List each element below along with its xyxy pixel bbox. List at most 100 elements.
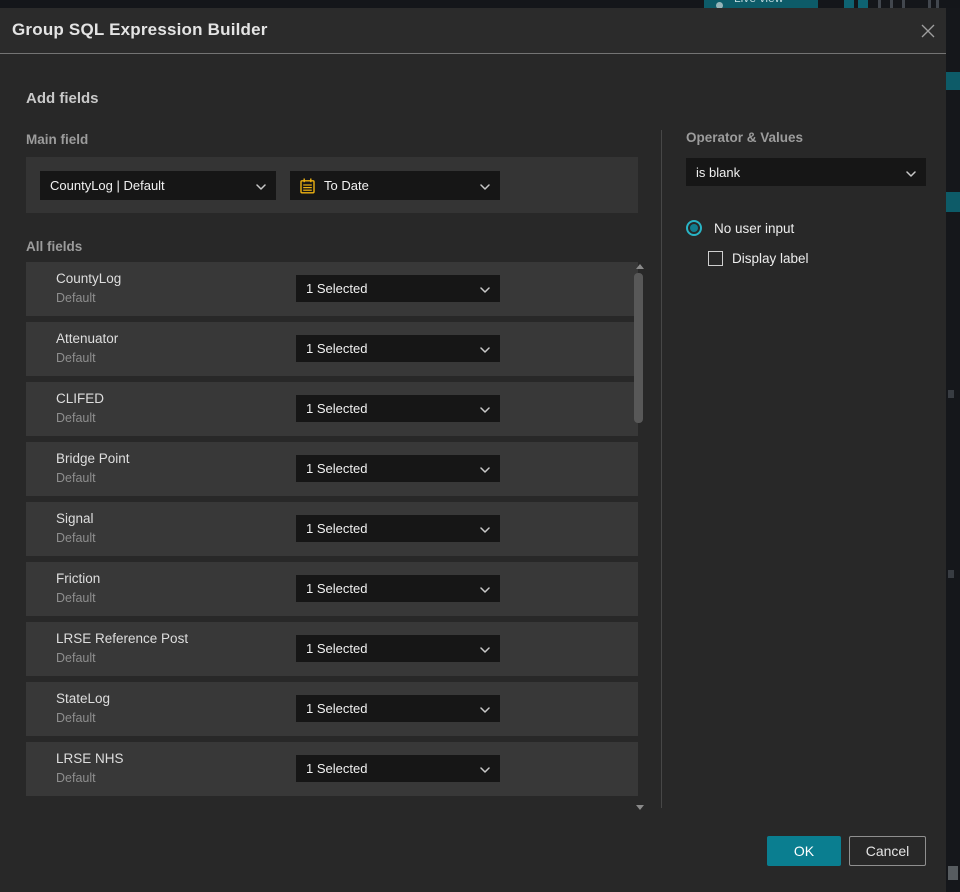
chevron-down-icon bbox=[480, 521, 490, 536]
toolbar-fragment bbox=[858, 0, 868, 8]
chevron-down-icon bbox=[480, 178, 490, 193]
chevron-down-icon bbox=[480, 641, 490, 656]
field-row: StateLog Default 1 Selected bbox=[26, 682, 638, 736]
chevron-down-icon bbox=[480, 341, 490, 356]
field-values-select-value: 1 Selected bbox=[306, 761, 368, 776]
field-row: Friction Default 1 Selected bbox=[26, 562, 638, 616]
operator-values-heading: Operator & Values bbox=[686, 130, 804, 145]
field-values-select-value: 1 Selected bbox=[306, 521, 368, 536]
field-subtitle: Default bbox=[56, 531, 96, 545]
close-icon[interactable] bbox=[916, 19, 940, 43]
field-name: CountyLog bbox=[56, 271, 122, 286]
live-view-label: Live view bbox=[734, 0, 783, 5]
field-subtitle: Default bbox=[56, 711, 96, 725]
field-values-select-value: 1 Selected bbox=[306, 581, 368, 596]
field-values-select[interactable]: 1 Selected bbox=[296, 395, 500, 422]
add-fields-heading: Add fields bbox=[26, 90, 99, 107]
field-row: CountyLog Default 1 Selected bbox=[26, 262, 638, 316]
chevron-down-icon bbox=[480, 701, 490, 716]
main-field-select[interactable]: CountyLog | Default bbox=[40, 171, 276, 200]
operator-select-value: is blank bbox=[696, 164, 741, 180]
field-values-select[interactable]: 1 Selected bbox=[296, 335, 500, 362]
field-row: LRSE Reference Post Default 1 Selected bbox=[26, 622, 638, 676]
live-view-button[interactable]: Live view bbox=[704, 0, 818, 8]
display-label-option[interactable]: Display label bbox=[708, 251, 809, 266]
scroll-down-icon[interactable] bbox=[636, 805, 644, 810]
operator-select[interactable]: is blank bbox=[686, 158, 926, 186]
dialog-title: Group SQL Expression Builder bbox=[12, 20, 268, 39]
field-subtitle: Default bbox=[56, 411, 96, 425]
field-row: Signal Default 1 Selected bbox=[26, 502, 638, 556]
field-row: LRSE NHS Default 1 Selected bbox=[26, 742, 638, 796]
toolbar-fragment bbox=[890, 0, 893, 8]
panel-edge-fragment bbox=[946, 192, 960, 212]
field-row: CLIFED Default 1 Selected bbox=[26, 382, 638, 436]
scrollbar-thumb[interactable] bbox=[634, 273, 643, 423]
dialog-header: Group SQL Expression Builder bbox=[0, 8, 946, 54]
chevron-down-icon bbox=[906, 165, 916, 180]
field-values-select[interactable]: 1 Selected bbox=[296, 275, 500, 302]
field-values-select-value: 1 Selected bbox=[306, 461, 368, 476]
ok-button[interactable]: OK bbox=[767, 836, 841, 866]
toolbar-fragment bbox=[902, 0, 905, 8]
panel-divider bbox=[661, 130, 662, 808]
field-name: LRSE NHS bbox=[56, 751, 124, 766]
date-type-select[interactable]: To Date bbox=[290, 171, 500, 200]
calendar-icon bbox=[300, 178, 315, 194]
field-values-select[interactable]: 1 Selected bbox=[296, 755, 500, 782]
field-row: Bridge Point Default 1 Selected bbox=[26, 442, 638, 496]
radio-button-icon[interactable] bbox=[686, 220, 702, 236]
toolbar-fragment bbox=[936, 0, 939, 8]
field-values-select[interactable]: 1 Selected bbox=[296, 575, 500, 602]
field-name: CLIFED bbox=[56, 391, 105, 406]
cancel-button[interactable]: Cancel bbox=[849, 836, 926, 866]
toolbar-fragment bbox=[844, 0, 854, 8]
main-field-box: CountyLog | Default To Date bbox=[26, 157, 638, 213]
panel-edge-fragment bbox=[948, 390, 954, 398]
dialog-group-sql-expression-builder: Group SQL Expression Builder Add fields … bbox=[0, 8, 946, 892]
panel-edge-fragment bbox=[948, 866, 958, 880]
chevron-down-icon bbox=[480, 281, 490, 296]
field-values-select[interactable]: 1 Selected bbox=[296, 695, 500, 722]
no-user-input-option[interactable]: No user input bbox=[686, 220, 794, 236]
checkbox-icon[interactable] bbox=[708, 251, 723, 266]
no-user-input-label: No user input bbox=[714, 220, 795, 236]
field-values-select[interactable]: 1 Selected bbox=[296, 635, 500, 662]
panel-edge-fragment bbox=[946, 72, 960, 90]
background-toolbar: Live view bbox=[0, 0, 960, 8]
field-subtitle: Default bbox=[56, 771, 96, 785]
field-name: Bridge Point bbox=[56, 451, 130, 466]
field-subtitle: Default bbox=[56, 291, 96, 305]
field-values-select-value: 1 Selected bbox=[306, 341, 368, 356]
toolbar-fragment bbox=[878, 0, 881, 8]
field-subtitle: Default bbox=[56, 471, 96, 485]
field-subtitle: Default bbox=[56, 651, 96, 665]
field-name: StateLog bbox=[56, 691, 111, 706]
field-values-select-value: 1 Selected bbox=[306, 401, 368, 416]
field-values-select[interactable]: 1 Selected bbox=[296, 455, 500, 482]
field-values-select[interactable]: 1 Selected bbox=[296, 515, 500, 542]
field-name: Signal bbox=[56, 511, 94, 526]
chevron-down-icon bbox=[480, 461, 490, 476]
main-field-select-value: CountyLog | Default bbox=[50, 178, 165, 193]
chevron-down-icon bbox=[480, 401, 490, 416]
panel-edge-fragment bbox=[948, 570, 954, 578]
screen: Live view Group SQL Expression Builder A… bbox=[0, 0, 960, 892]
field-name: Attenuator bbox=[56, 331, 119, 346]
date-type-select-value: To Date bbox=[324, 178, 369, 193]
field-row: Attenuator Default 1 Selected bbox=[26, 322, 638, 376]
all-fields-list: CountyLog Default 1 Selected Attenuator … bbox=[26, 262, 638, 802]
display-label-text: Display label bbox=[732, 251, 809, 266]
all-fields-label: All fields bbox=[26, 239, 83, 254]
fields-scrollbar[interactable] bbox=[633, 264, 646, 810]
field-name: Friction bbox=[56, 571, 101, 586]
chevron-down-icon bbox=[480, 761, 490, 776]
background-panel-edge bbox=[946, 8, 960, 892]
chevron-down-icon bbox=[480, 581, 490, 596]
scroll-up-icon[interactable] bbox=[636, 264, 644, 269]
main-field-label: Main field bbox=[26, 132, 89, 147]
field-values-select-value: 1 Selected bbox=[306, 281, 368, 296]
field-values-select-value: 1 Selected bbox=[306, 641, 368, 656]
chevron-down-icon bbox=[256, 178, 266, 193]
field-subtitle: Default bbox=[56, 591, 96, 605]
